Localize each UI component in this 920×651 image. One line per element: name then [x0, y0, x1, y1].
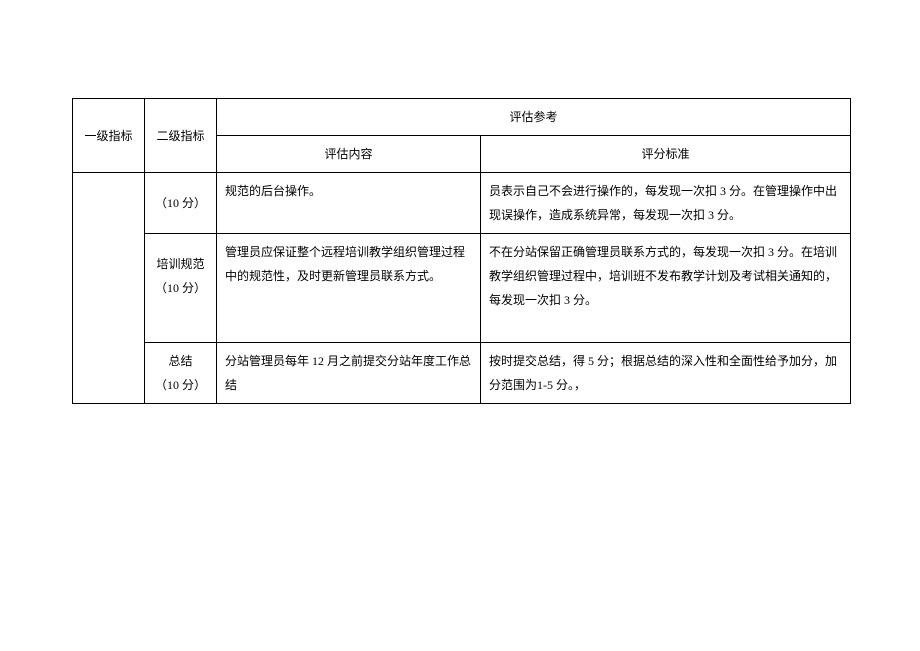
- cell-content: 分站管理员每年 12 月之前提交分站年度工作总结: [217, 343, 481, 404]
- cell-content: 规范的后台操作。: [217, 173, 481, 234]
- header-col3: 评估内容: [217, 136, 481, 173]
- table-row: 培训规范 （10 分） 管理员应保证整个远程培训教学组织管理过程中的规范性，及时…: [73, 234, 851, 343]
- cell-level2: 培训规范 （10 分）: [145, 234, 217, 343]
- cell-level2-line2: （10 分）: [153, 373, 208, 397]
- cell-standard: 按时提交总结，得 5 分；根据总结的深入性和全面性给予加分，加分范围为1-5 分…: [481, 343, 851, 404]
- header-col1: 一级指标: [73, 99, 145, 173]
- table-row: （10 分） 规范的后台操作。 员表示自己不会进行操作的，每发现一次扣 3 分。…: [73, 173, 851, 234]
- cell-level2-line1: 总结: [153, 349, 208, 373]
- cell-level1-empty: [73, 173, 145, 404]
- cell-level2: 总结 （10 分）: [145, 343, 217, 404]
- cell-level2-line2: （10 分）: [153, 276, 208, 300]
- evaluation-table-container: 一级指标 二级指标 评估参考 评估内容 评分标准 （10 分） 规范的后台操作。…: [72, 98, 850, 404]
- cell-standard: 员表示自己不会进行操作的，每发现一次扣 3 分。在管理操作中出现误操作，造成系统…: [481, 173, 851, 234]
- header-col3-group: 评估参考: [217, 99, 851, 136]
- header-col2: 二级指标: [145, 99, 217, 173]
- table-row: 总结 （10 分） 分站管理员每年 12 月之前提交分站年度工作总结 按时提交总…: [73, 343, 851, 404]
- cell-level2-line1: 培训规范: [153, 252, 208, 276]
- header-col4: 评分标准: [481, 136, 851, 173]
- cell-standard: 不在分站保留正确管理员联系方式的，每发现一次扣 3 分。在培训教学组织管理过程中…: [481, 234, 851, 343]
- table-header-row-1: 一级指标 二级指标 评估参考: [73, 99, 851, 136]
- evaluation-table: 一级指标 二级指标 评估参考 评估内容 评分标准 （10 分） 规范的后台操作。…: [72, 98, 851, 404]
- cell-level2: （10 分）: [145, 173, 217, 234]
- cell-content: 管理员应保证整个远程培训教学组织管理过程中的规范性，及时更新管理员联系方式。: [217, 234, 481, 343]
